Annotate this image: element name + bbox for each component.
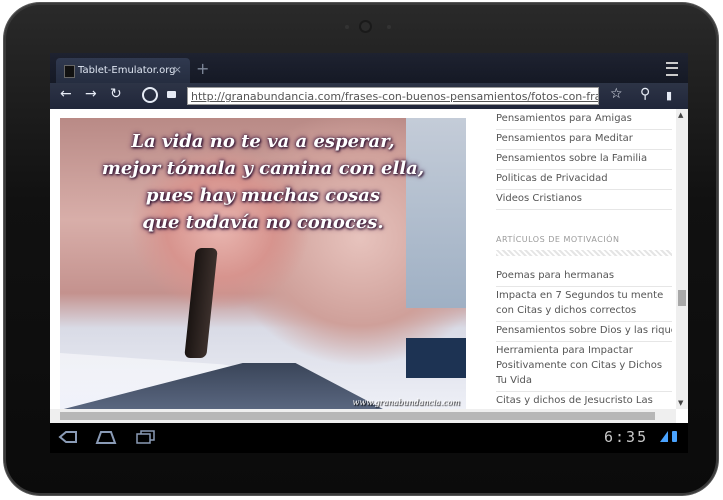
photo-watermark: www.granabundancia.com bbox=[352, 398, 460, 407]
system-nav-bar: 6:35 bbox=[50, 423, 688, 453]
home-icon[interactable] bbox=[95, 429, 117, 445]
quote-line: mejor tómala y camina con ella, bbox=[101, 158, 425, 179]
scroll-down-icon[interactable]: ▼ bbox=[678, 399, 683, 407]
vertical-scrollbar[interactable]: ▲ ▼ bbox=[676, 109, 688, 409]
scroll-up-icon[interactable]: ▲ bbox=[678, 111, 683, 119]
new-tab-button[interactable]: + bbox=[196, 59, 209, 78]
sidebar-link[interactable]: Poemas para hermanas bbox=[496, 268, 672, 287]
quote-line: pues hay muchas cosas bbox=[145, 185, 381, 206]
browser-tab[interactable]: Tablet-Emulator.org × bbox=[56, 58, 190, 83]
horizontal-scrollbar[interactable] bbox=[50, 409, 676, 423]
browser-toolbar: ← → ↻ http://granabundancia.com/frases-c… bbox=[50, 83, 688, 109]
camera-lens bbox=[361, 22, 370, 31]
sidebar-link[interactable]: Videos Cristianos bbox=[496, 191, 672, 210]
tab-title: Tablet-Emulator.org bbox=[78, 65, 176, 76]
quote-photo: La vida no te va a esperar, mejor tómala… bbox=[60, 118, 466, 410]
globe-icon bbox=[142, 87, 158, 103]
sidebar-link[interactable]: Pensamientos sobre Dios y las riquezas bbox=[496, 323, 672, 342]
tablet-favicon-icon bbox=[64, 65, 75, 78]
sidebar-heading: ARTÍCULOS DE MOTIVACIÓN bbox=[496, 235, 620, 244]
close-tab-icon[interactable]: × bbox=[173, 63, 182, 76]
tablet-frame: Tablet-Emulator.org × + ← → ↻ http://gra… bbox=[4, 3, 718, 495]
vertical-scroll-thumb[interactable] bbox=[678, 290, 686, 306]
browser-tab-bar: Tablet-Emulator.org × + bbox=[50, 53, 688, 83]
sidebar-link[interactable]: Citas y dichos de Jesucristo Las bbox=[496, 393, 672, 409]
sidebar-link[interactable]: Politicas de Privacidad bbox=[496, 171, 672, 190]
back-nav-icon[interactable] bbox=[58, 430, 78, 444]
quote-line: que todavía no conoces. bbox=[142, 212, 384, 233]
back-icon[interactable]: ← bbox=[60, 86, 72, 102]
web-content: La vida no te va a esperar, mejor tómala… bbox=[50, 109, 688, 423]
quote-text: La vida no te va a esperar, mejor tómala… bbox=[60, 128, 466, 236]
sidebar-divider bbox=[496, 250, 672, 256]
sidebar-link[interactable]: Pensamientos para Amigas bbox=[496, 111, 672, 130]
photo-water bbox=[406, 338, 466, 378]
sidebar-link[interactable]: Pensamientos para Meditar bbox=[496, 131, 672, 150]
star-icon[interactable]: ☆ bbox=[610, 86, 623, 102]
menu-icon[interactable] bbox=[666, 62, 678, 76]
sidebar-link[interactable]: Herramienta para Impactar Positivamente … bbox=[496, 343, 672, 392]
sensor-dot bbox=[345, 25, 349, 29]
battery-icon bbox=[672, 431, 677, 442]
horizontal-scroll-thumb[interactable] bbox=[60, 412, 655, 420]
quote-line: La vida no te va a esperar, bbox=[131, 131, 395, 152]
lock-icon bbox=[167, 91, 176, 98]
url-text: http://granabundancia.com/frases-con-bue… bbox=[191, 90, 599, 103]
search-icon[interactable]: ⚲ bbox=[640, 86, 650, 102]
signal-icon bbox=[660, 431, 668, 442]
recent-apps-icon[interactable] bbox=[136, 430, 156, 444]
tablet-screen: Tablet-Emulator.org × + ← → ↻ http://gra… bbox=[50, 53, 688, 453]
sensor-dot bbox=[387, 25, 391, 29]
sidebar: Pensamientos para Amigas Pensamientos pa… bbox=[490, 109, 676, 423]
photo-tree-trunk bbox=[184, 248, 218, 358]
sidebar-link[interactable]: Impacta en 7 Segundos tu mente con Citas… bbox=[496, 288, 672, 322]
forward-icon[interactable]: → bbox=[85, 86, 97, 102]
bookmarks-icon[interactable]: ▮ bbox=[666, 89, 672, 102]
sidebar-link[interactable]: Pensamientos sobre la Familia bbox=[496, 151, 672, 170]
url-input[interactable]: http://granabundancia.com/frases-con-bue… bbox=[187, 87, 599, 105]
clock: 6:35 bbox=[604, 428, 649, 446]
reload-icon[interactable]: ↻ bbox=[110, 86, 122, 102]
